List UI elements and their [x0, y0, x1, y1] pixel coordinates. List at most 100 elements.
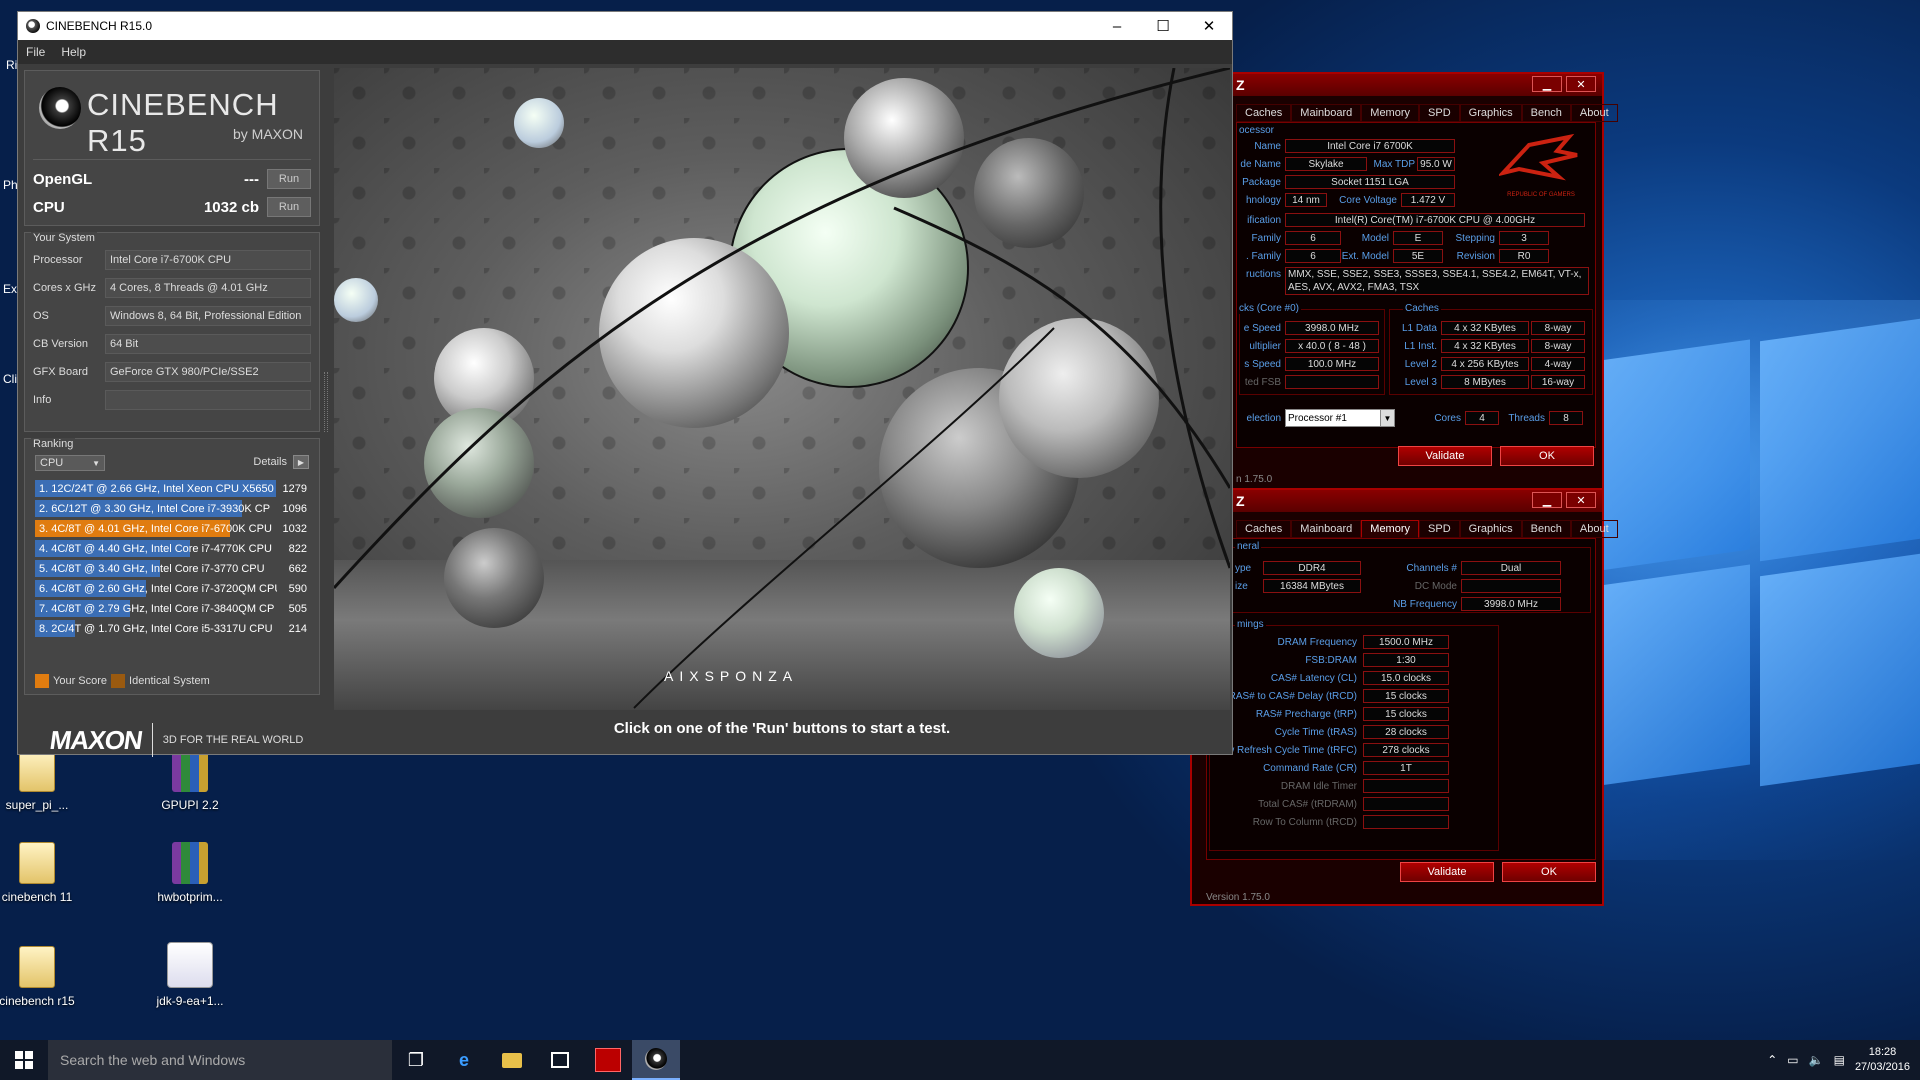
menu-file[interactable]: File	[26, 45, 45, 59]
field-level-2-assoc: 4-way	[1531, 357, 1585, 371]
ranking-row[interactable]: 5. 4C/8T @ 3.40 GHz, Intel Core i7-3770 …	[35, 559, 309, 578]
timing-label: Total CAS# (tRDRAM)	[1258, 799, 1357, 810]
start-button[interactable]	[0, 1040, 48, 1080]
ranking-row[interactable]: 6. 4C/8T @ 2.60 GHz, Intel Core i7-3720Q…	[35, 579, 309, 598]
tab-mainboard[interactable]: Mainboard	[1291, 104, 1362, 122]
timing-value	[1363, 779, 1449, 793]
cpuz-titlebar[interactable]: Z ▁ ✕	[1192, 490, 1602, 512]
group-title-general: neral	[1235, 541, 1262, 552]
ranking-row[interactable]: 7. 4C/8T @ 2.79 GHz, Intel Core i7-3840Q…	[35, 599, 309, 618]
tab-bench[interactable]: Bench	[1521, 104, 1571, 122]
field-level-3: 8 MBytes	[1441, 375, 1529, 389]
tab-graphics[interactable]: Graphics	[1459, 520, 1522, 538]
clock[interactable]: 18:28 27/03/2016	[1855, 1045, 1910, 1075]
ok-button[interactable]: OK	[1502, 862, 1596, 882]
cinebench-titlebar[interactable]: CINEBENCH R15.0 – ☐ ✕	[18, 12, 1232, 40]
timing-value: 15.0 clocks	[1363, 671, 1449, 685]
cinebench-window[interactable]: CINEBENCH R15.0 – ☐ ✕ File Help CINEBENC…	[17, 11, 1233, 757]
tab-spd[interactable]: SPD	[1419, 520, 1460, 538]
label-stepping: Stepping	[1455, 233, 1495, 244]
maxon-footer: MAXON 3D FOR THE REAL WORLD	[24, 720, 320, 760]
field-stepping: 3	[1499, 231, 1549, 245]
validate-button[interactable]: Validate	[1398, 446, 1492, 466]
label-nb-frequency: NB Frequency	[1393, 599, 1457, 610]
label-level-2: Level 2	[1404, 359, 1437, 370]
field-level-3-assoc: 16-way	[1531, 375, 1585, 389]
label-l1-inst: L1 Inst.	[1404, 341, 1437, 352]
ranking-label: 3. 4C/8T @ 4.01 GHz, Intel Core i7-6700K…	[39, 522, 272, 535]
maximize-button[interactable]: ☐	[1140, 12, 1186, 40]
tab-graphics[interactable]: Graphics	[1459, 104, 1522, 122]
store-icon[interactable]	[536, 1040, 584, 1080]
panel-splitter[interactable]	[324, 372, 328, 432]
desktop-icon-cinebench-r15[interactable]: cinebench r15	[0, 946, 87, 1008]
ranking-score: 822	[288, 542, 307, 555]
tab-caches[interactable]: Caches	[1236, 104, 1292, 122]
tab-mainboard[interactable]: Mainboard	[1291, 520, 1362, 538]
ok-button[interactable]: OK	[1500, 446, 1594, 466]
task-view-icon[interactable]: ❐	[392, 1040, 440, 1080]
label-specification: ification	[1247, 215, 1281, 226]
ranking-row[interactable]: 2. 6C/12T @ 3.30 GHz, Intel Core i7-3930…	[35, 499, 309, 518]
ranking-row[interactable]: 8. 2C/4T @ 1.70 GHz, Intel Core i5-3317U…	[35, 619, 309, 638]
rog-caption: REPUBLIC OF GAMERS	[1507, 192, 1575, 198]
processor-select[interactable]: Processor #1 ▼	[1285, 409, 1395, 427]
details-toggle[interactable]: Details ▶	[253, 455, 309, 469]
tab-memory[interactable]: Memory	[1361, 520, 1420, 538]
label-bus-speed: s Speed	[1244, 359, 1281, 370]
group-title-caches: Caches	[1403, 303, 1441, 314]
legend-your-score: Your Score	[53, 675, 108, 687]
minimize-button[interactable]: ▁	[1532, 492, 1562, 508]
timing-value: 278 clocks	[1363, 743, 1449, 757]
volume-icon[interactable]: 🔈	[1809, 1053, 1824, 1067]
label-max-tdp: Max TDP	[1373, 159, 1416, 170]
info-field[interactable]	[105, 390, 311, 410]
close-button[interactable]: ✕	[1566, 492, 1596, 508]
legend-identical-system: Identical System	[129, 675, 210, 687]
menu-help[interactable]: Help	[61, 45, 86, 59]
desktop-icon-label: cinebench r15	[0, 994, 75, 1008]
ranking-row[interactable]: 3. 4C/8T @ 4.01 GHz, Intel Core i7-6700K…	[35, 519, 309, 538]
validate-button[interactable]: Validate	[1400, 862, 1494, 882]
label-l1-data: L1 Data	[1401, 323, 1437, 334]
timing-value: 1:30	[1363, 653, 1449, 667]
tab-about[interactable]: About	[1570, 520, 1618, 538]
minimize-button[interactable]: –	[1094, 12, 1140, 40]
tab-caches[interactable]: Caches	[1236, 520, 1292, 538]
field-revision: R0	[1499, 249, 1549, 263]
field-l1-data: 4 x 32 KBytes	[1441, 321, 1529, 335]
cpuz-titlebar[interactable]: Z ▁ ✕	[1232, 74, 1602, 96]
tab-spd[interactable]: SPD	[1419, 104, 1460, 122]
desktop-icon-cinebench-11[interactable]: cinebench 11	[0, 842, 87, 904]
tab-about[interactable]: About	[1570, 104, 1618, 122]
aixsponza-credit: AIXSPONZA	[664, 668, 799, 684]
cpuz-memory-window[interactable]: Z ▁ ✕ Caches Mainboard Memory SPD Graphi…	[1190, 488, 1618, 906]
close-button[interactable]: ✕	[1566, 76, 1596, 92]
notification-icon[interactable]: ▤	[1834, 1053, 1845, 1067]
network-icon[interactable]: ▭	[1787, 1053, 1798, 1067]
cinebench-taskbar-icon[interactable]	[632, 1040, 680, 1080]
java-installer-icon	[167, 942, 213, 988]
chevron-up-icon[interactable]: ⌃	[1767, 1053, 1777, 1067]
tab-bench[interactable]: Bench	[1521, 520, 1571, 538]
cpuz-logo-icon: Z	[1236, 493, 1245, 509]
edge-browser-icon[interactable]: e	[440, 1040, 488, 1080]
desktop-icon-hwbotprime[interactable]: hwbotprim...	[140, 842, 240, 904]
close-button[interactable]: ✕	[1186, 12, 1232, 40]
cpuz-cpu-window[interactable]: Z ▁ ✕ Caches Mainboard Memory SPD Graphi…	[1230, 72, 1618, 490]
cpuz-tabs: Caches Mainboard Memory SPD Graphics Ben…	[1236, 104, 1618, 122]
ranking-row[interactable]: 4. 4C/8T @ 4.40 GHz, Intel Core i7-4770K…	[35, 539, 309, 558]
cpuz-taskbar-icon[interactable]	[584, 1040, 632, 1080]
ranking-type-select[interactable]: CPU ▼	[35, 455, 105, 471]
cpu-run-button[interactable]: Run	[267, 197, 311, 217]
opengl-run-button[interactable]: Run	[267, 169, 311, 189]
desktop-icon-jdk[interactable]: jdk-9-ea+1...	[140, 942, 240, 1008]
ranking-row[interactable]: 1. 12C/24T @ 2.66 GHz, Intel Xeon CPU X5…	[35, 479, 309, 498]
file-explorer-icon[interactable]	[488, 1040, 536, 1080]
taskbar-search[interactable]: Search the web and Windows	[48, 1040, 392, 1080]
minimize-button[interactable]: ▁	[1532, 76, 1562, 92]
tab-memory[interactable]: Memory	[1361, 104, 1420, 122]
field-code-name: Skylake	[1285, 157, 1367, 171]
timing-value: 1T	[1363, 761, 1449, 775]
label-family: Family	[1251, 233, 1281, 244]
